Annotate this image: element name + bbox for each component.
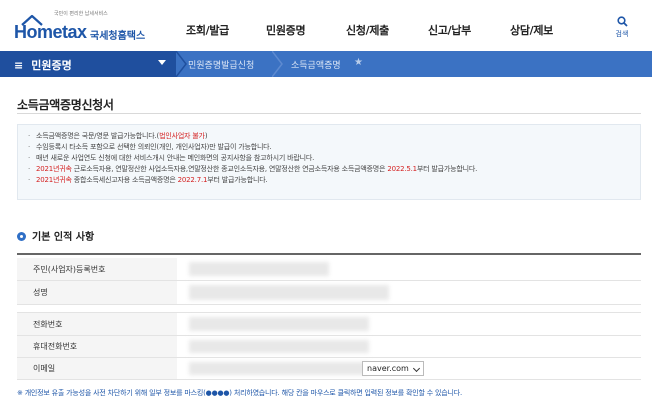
masked-phone-value[interactable] bbox=[189, 317, 369, 331]
field-label: 이메일 bbox=[17, 358, 177, 379]
form-top-divider bbox=[17, 253, 641, 255]
menu-application-submit[interactable]: 신청/제출 bbox=[346, 22, 389, 38]
notice-item: 매년 새로운 사업연도 신청에 대한 서비스개시 안내는 메인화면의 공지사항을… bbox=[28, 153, 640, 164]
bullet-circle-icon bbox=[17, 232, 26, 241]
form-row-phone: 전화번호 bbox=[17, 313, 641, 336]
notice-item: 2021년귀속 근로소득자용, 연말정산한 사업소득자용,연말정산한 종교인소득… bbox=[28, 164, 640, 175]
menu-report-payment[interactable]: 신고/납부 bbox=[428, 22, 471, 38]
field-label: 전화번호 bbox=[17, 313, 177, 335]
field-label: 휴대전화번호 bbox=[17, 336, 177, 357]
breadcrumb-bar: ≡ 민원증명 민원증명발급신청 소득금액증명 ★ bbox=[0, 51, 652, 77]
masked-name-value[interactable] bbox=[189, 285, 389, 300]
form-row-registration-number: 주민(사업자)등록번호 bbox=[17, 258, 641, 281]
form-spacer bbox=[17, 305, 641, 313]
breadcrumb-item-issue-request[interactable]: 민원증명발급신청 bbox=[188, 58, 254, 71]
notice-item: 수임등록시 타소득 포함으로 선택한 의뢰인(개인, 개인사업자)만 발급이 가… bbox=[28, 142, 640, 153]
caret-down-icon bbox=[158, 60, 166, 65]
hometax-logo[interactable]: 국민이 편리한 납세서비스 Hometax 국세청홈택스 bbox=[14, 11, 164, 42]
field-label: 주민(사업자)등록번호 bbox=[17, 258, 177, 280]
form-row-mobile: 휴대전화번호 bbox=[17, 336, 641, 358]
notice-item: 소득금액증명은 국문/영문 발급가능합니다.(법인사업자 불가) bbox=[28, 131, 640, 142]
chevron-down-icon bbox=[412, 364, 421, 373]
menu-consult-report[interactable]: 상담/제보 bbox=[510, 22, 553, 38]
nav-menu-dropdown[interactable]: ≡ 민원증명 bbox=[0, 51, 176, 77]
breadcrumb-separator-icon bbox=[272, 51, 283, 77]
breadcrumb-item-income-certificate[interactable]: 소득금액증명 bbox=[291, 58, 341, 71]
menu-civil-certificate[interactable]: 민원증명 bbox=[266, 22, 306, 38]
breadcrumb-separator-icon bbox=[176, 51, 187, 77]
masked-mobile-value[interactable] bbox=[189, 340, 369, 353]
logo-tagline: 국민이 편리한 납세서비스 bbox=[54, 11, 108, 17]
favorite-star-icon[interactable]: ★ bbox=[354, 57, 363, 68]
search-icon bbox=[616, 16, 628, 27]
form-row-email: 이메일 bbox=[17, 358, 641, 380]
logo-text: Hometax bbox=[14, 22, 87, 42]
masking-notice: ※ 개인정보 유출 가능성을 사전 차단하기 위해 일부 정보를 마스킹(●●●… bbox=[17, 389, 463, 397]
menu-inquiry-issue[interactable]: 조회/발급 bbox=[186, 22, 229, 38]
hamburger-icon: ≡ bbox=[14, 59, 24, 72]
notice-box: 소득금액증명은 국문/영문 발급가능합니다.(법인사업자 불가) 수임등록시 타… bbox=[17, 124, 641, 200]
search-button[interactable]: 검색 bbox=[612, 16, 632, 39]
logo-kname: 국세청홈택스 bbox=[90, 31, 146, 42]
page-title: 소득금액증명신청서 bbox=[17, 98, 114, 112]
nav-menu-label: 민원증명 bbox=[31, 59, 72, 72]
notice-item: 2021년귀속 종합소득세신고자용 소득금액증명은 2022.7.1부터 발급가… bbox=[28, 175, 640, 186]
masked-email-value[interactable] bbox=[189, 362, 369, 375]
email-domain-select[interactable]: naver.com bbox=[362, 361, 424, 376]
title-divider bbox=[17, 113, 641, 114]
search-label: 검색 bbox=[615, 30, 629, 38]
form-row-name: 성명 bbox=[17, 281, 641, 305]
masked-registration-value[interactable] bbox=[189, 262, 329, 276]
email-domain-value: naver.com bbox=[367, 364, 409, 373]
section-title: 기본 인적 사항 bbox=[17, 228, 94, 243]
field-label: 성명 bbox=[17, 281, 177, 304]
top-header: 국민이 편리한 납세서비스 Hometax 국세청홈택스 조회/발급 민원증명 … bbox=[0, 0, 652, 50]
